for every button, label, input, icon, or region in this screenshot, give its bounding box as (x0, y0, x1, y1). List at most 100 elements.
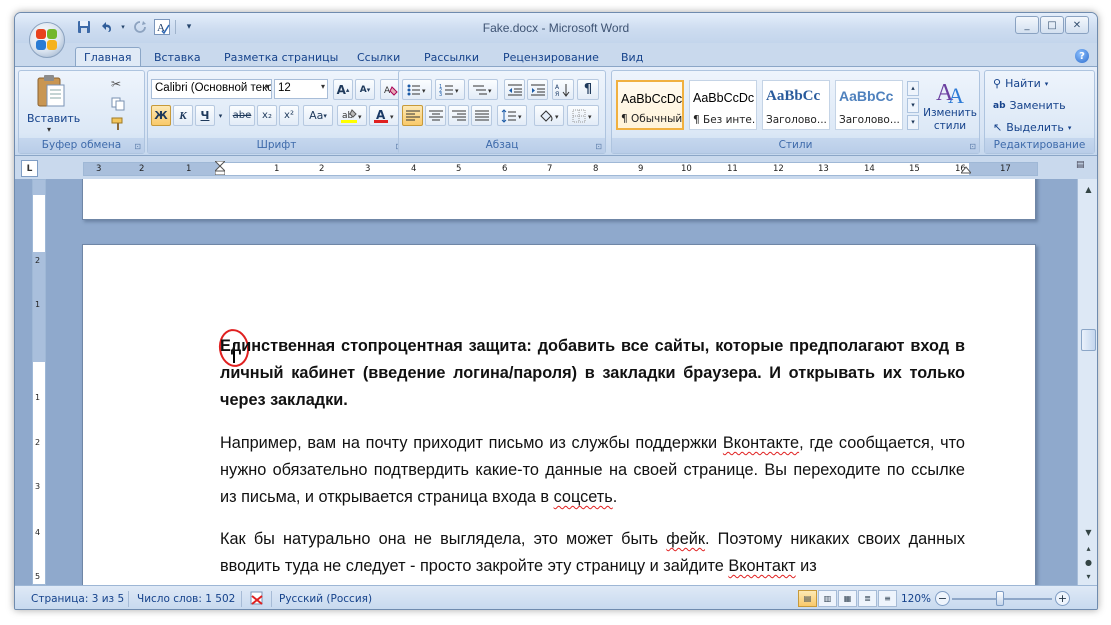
copy-icon[interactable] (111, 97, 125, 114)
grow-font-button[interactable]: A ▴ (333, 79, 353, 100)
vertical-scrollbar[interactable]: ▲ ▼ ▴ ● ▾ (1077, 179, 1097, 585)
tab-review[interactable]: Рецензирование (495, 47, 607, 67)
scroll-thumb[interactable] (1081, 329, 1096, 351)
scroll-down-icon[interactable]: ▼ (1081, 525, 1096, 540)
full-screen-reading-icon[interactable]: ▥ (818, 590, 837, 607)
tab-home[interactable]: Главная (75, 47, 141, 67)
bold-button[interactable]: Ж (151, 105, 171, 126)
view-ruler-icon[interactable]: ▤ (1076, 160, 1091, 177)
status-bar: Страница: 3 из 5 Число слов: 1 502 Русск… (15, 585, 1097, 609)
show-marks-button[interactable]: ¶ (577, 79, 599, 100)
tab-insert[interactable]: Вставка (146, 47, 209, 67)
cut-icon[interactable]: ✂ (111, 77, 121, 91)
multilevel-list-button[interactable]: ▾ (468, 79, 498, 100)
tab-mailings[interactable]: Рассылки (416, 47, 487, 67)
align-center-icon (428, 110, 443, 120)
justify-button[interactable] (471, 105, 492, 126)
tab-view[interactable]: Вид (613, 47, 651, 67)
paragraph-1[interactable]: Единственная стопроцентная защита: добав… (220, 333, 965, 414)
minimize-icon[interactable]: _ (1015, 16, 1039, 34)
misspelled-word[interactable]: фейк (666, 530, 705, 548)
paragraph-2[interactable]: Например, вам на почту приходит письмо и… (220, 430, 965, 511)
paste-button[interactable]: Вставить ▾ (27, 74, 80, 136)
zoom-level[interactable]: 120% (901, 593, 931, 605)
web-layout-icon[interactable]: ▦ (838, 590, 857, 607)
horizontal-ruler[interactable]: 3 2 1 1 2 3 4 5 6 7 8 9 10 11 12 13 14 1… (83, 162, 1038, 176)
svg-text:▾: ▾ (488, 87, 492, 95)
draft-view-icon[interactable]: ≡ (878, 590, 897, 607)
style-normal[interactable]: AaBbCcDc ¶ Обычный (616, 80, 684, 130)
browse-object-icon[interactable]: ● (1081, 555, 1096, 570)
language-indicator[interactable]: Русский (Россия) (279, 593, 372, 605)
office-button[interactable] (29, 22, 65, 58)
styles-scroll-down-icon[interactable]: ▾ (907, 98, 919, 113)
tab-references[interactable]: Ссылки (349, 47, 408, 67)
font-name-combo[interactable]: Calibri (Основной текст) ▾ (151, 79, 272, 99)
increase-indent-button[interactable] (527, 79, 548, 100)
find-button[interactable]: ⚲ Найти ▾ (993, 77, 1048, 90)
styles-launcher-icon[interactable]: ⊡ (969, 142, 976, 151)
vruler-number: 5 (35, 572, 41, 581)
prev-page-icon[interactable]: ▴ (1081, 541, 1096, 556)
outline-view-icon[interactable]: ≣ (858, 590, 877, 607)
zoom-slider-thumb[interactable] (996, 591, 1004, 606)
styles-scroll-up-icon[interactable]: ▴ (907, 81, 919, 96)
shading-button[interactable]: ▾ (534, 105, 564, 126)
svg-text:▾: ▾ (518, 113, 522, 121)
tab-page-layout[interactable]: Разметка страницы (216, 47, 346, 67)
zoom-in-icon[interactable]: + (1055, 591, 1070, 606)
word-count[interactable]: Число слов: 1 502 (137, 593, 235, 605)
underline-button[interactable]: Ч (195, 105, 215, 126)
change-case-button[interactable]: Aa ▾ (303, 105, 333, 126)
borders-button[interactable]: ▾ (567, 105, 599, 126)
italic-button[interactable]: К (173, 105, 193, 126)
vruler-number: 2 (35, 438, 41, 447)
paragraph-3[interactable]: Как бы натурально она не выглядела, это … (220, 526, 965, 580)
next-page-icon[interactable]: ▾ (1081, 569, 1096, 584)
sort-button[interactable]: AЯ (552, 79, 574, 100)
decrease-indent-button[interactable] (504, 79, 525, 100)
highlight-button[interactable]: ab ▾ (337, 105, 367, 126)
font-size-combo[interactable]: 12 ▾ (274, 79, 328, 99)
change-styles-button[interactable]: A A Изменить стили (922, 74, 978, 138)
page-count[interactable]: Страница: 3 из 5 (31, 593, 124, 605)
style-heading-1[interactable]: AaBbCc Заголово... (762, 80, 830, 130)
style-no-spacing[interactable]: AaBbCcDc ¶ Без инте... (689, 80, 757, 130)
superscript-button[interactable]: x² (279, 105, 299, 126)
align-center-button[interactable] (425, 105, 446, 126)
help-icon[interactable]: ? (1075, 49, 1089, 63)
scroll-up-icon[interactable]: ▲ (1081, 182, 1096, 197)
misspelled-word[interactable]: Вконтакт (728, 557, 795, 575)
shrink-font-button[interactable]: A ▾ (355, 79, 375, 100)
vertical-ruler[interactable]: 2 1 1 2 3 4 5 (32, 179, 46, 585)
bullets-button[interactable]: ▾ (402, 79, 432, 100)
clipboard-launcher-icon[interactable]: ⊡ (134, 142, 141, 151)
indent-marker-icon[interactable] (215, 161, 225, 175)
subscript-button[interactable]: x₂ (257, 105, 277, 126)
replace-button[interactable]: ab Заменить (993, 99, 1066, 112)
zoom-out-icon[interactable]: − (935, 591, 950, 606)
ruler-left-margin (84, 163, 221, 175)
maximize-icon[interactable]: □ (1040, 16, 1064, 34)
close-icon[interactable]: ✕ (1065, 16, 1089, 34)
numbering-button[interactable]: 1 2 3 ▾ (435, 79, 465, 100)
print-layout-icon[interactable]: ▤ (798, 590, 817, 607)
align-left-button[interactable] (402, 105, 423, 126)
align-right-button[interactable] (448, 105, 469, 126)
line-spacing-button[interactable]: ▾ (497, 105, 527, 126)
proofing-icon[interactable] (249, 590, 267, 609)
paragraph-launcher-icon[interactable]: ⊡ (595, 142, 602, 151)
select-button[interactable]: ↖ Выделить ▾ (993, 121, 1071, 134)
style-heading-2[interactable]: AaBbCc Заголово... (835, 80, 903, 130)
format-painter-icon[interactable] (111, 117, 127, 134)
misspelled-word[interactable]: соцсеть (554, 488, 613, 506)
ruler-number: 10 (681, 164, 692, 174)
right-indent-marker-icon[interactable] (961, 161, 971, 175)
underline-dropdown-icon[interactable]: ▾ (216, 105, 225, 126)
misspelled-word[interactable]: Вконтакте (723, 434, 799, 452)
increase-indent-icon (530, 84, 545, 95)
styles-more-icon[interactable]: ▾ (907, 115, 919, 130)
font-color-button[interactable]: A ▾ (369, 105, 399, 126)
strikethrough-button[interactable]: abe (229, 105, 255, 126)
tab-selector-icon[interactable]: L (21, 160, 38, 177)
